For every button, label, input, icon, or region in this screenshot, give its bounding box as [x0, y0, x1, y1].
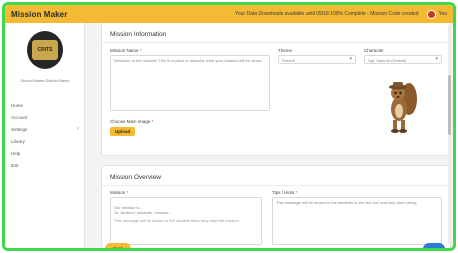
status-notice: Your Data Downloads available until 09/1…: [235, 11, 419, 17]
mission-hint: This message will be shown to the studen…: [114, 218, 239, 223]
sidebar-item-home[interactable]: Home: [5, 99, 85, 111]
chevron-down-icon: ›: [77, 126, 79, 132]
main-image-label: Choose Main Image *: [110, 119, 154, 124]
card-title: Mission Overview: [110, 174, 161, 181]
mission-name-field[interactable]: Welcome to the mission! This is a place …: [110, 55, 270, 111]
top-bar: Mission Maker Your Data Downloads availa…: [5, 5, 453, 23]
next-button[interactable]: Next: [423, 243, 445, 248]
sidebar-item-help[interactable]: Help: [5, 147, 85, 159]
app-title: Mission Maker: [11, 9, 68, 19]
mission-name-label: Mission Name *: [110, 48, 142, 53]
back-button[interactable]: Back: [105, 243, 131, 248]
character-select[interactable]: Sgt. Squirrel (Default): [364, 55, 442, 64]
scrollbar-thumb[interactable]: [448, 75, 451, 135]
tips-label: Tips / Hints *: [272, 190, 298, 195]
user-name[interactable]: You: [439, 11, 447, 17]
character-label: Character: [364, 48, 384, 53]
mission-information-card: Mission Information Mission Name * Welco…: [101, 23, 451, 156]
sidebar-item-exit[interactable]: Exit: [5, 159, 85, 171]
school-logo: CRITS: [27, 31, 63, 69]
squirrel-mascot-icon: [389, 82, 417, 133]
app-window: Mission Maker Your Data Downloads availa…: [2, 2, 456, 251]
theme-select[interactable]: Default: [278, 55, 356, 64]
mission-textarea[interactable]: Our mission is... To: student / students…: [110, 197, 262, 245]
mission-overview-card: Mission Overview Mission * Our mission i…: [101, 165, 451, 248]
sidebar: CRITS School Name District Name Home Acc…: [5, 23, 85, 248]
sidebar-nav: Home Account Settings › Library Help Exit: [5, 99, 85, 171]
avatar[interactable]: [426, 9, 436, 19]
theme-label: Theme: [278, 48, 293, 53]
sidebar-item-settings[interactable]: Settings ›: [5, 123, 85, 135]
tips-textarea[interactable]: This message will be shown to the studen…: [272, 197, 442, 245]
logo-text: CRITS: [37, 47, 53, 53]
sidebar-item-library[interactable]: Library: [5, 135, 85, 147]
upload-button[interactable]: Upload: [110, 127, 136, 136]
sidebar-item-account[interactable]: Account: [5, 111, 85, 123]
mission-label: Mission *: [110, 190, 129, 195]
card-title: Mission Information: [110, 31, 167, 38]
school-name: School Name District Name: [20, 78, 70, 83]
